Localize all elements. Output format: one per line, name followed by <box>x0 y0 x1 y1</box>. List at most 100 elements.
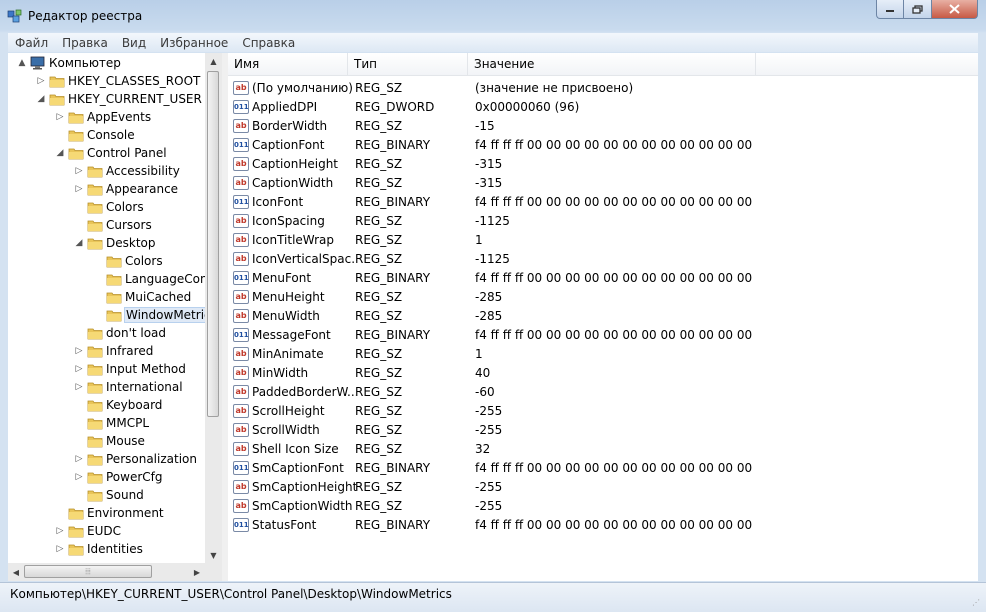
registry-value-row[interactable]: 011 CaptionFont REG_BINARY f4 ff ff ff 00 0… <box>228 135 978 154</box>
tree-item[interactable]: MuiCached <box>92 288 191 306</box>
expand-toggle-icon[interactable]: ▷ <box>73 363 85 375</box>
expand-toggle-icon[interactable]: ▷ <box>73 381 85 393</box>
expand-toggle-icon[interactable]: ▷ <box>73 183 85 195</box>
tree-item[interactable]: don't load <box>73 324 166 342</box>
tree-item[interactable]: Environment <box>54 504 164 522</box>
registry-value-row[interactable]: ab ScrollWidth REG_SZ -255 <box>228 420 978 439</box>
menu-item[interactable]: Файл <box>8 36 55 50</box>
tree-item[interactable]: ▷ Identities <box>54 540 143 558</box>
registry-value-row[interactable]: ab IconVerticalSpac... REG_SZ -1125 <box>228 249 978 268</box>
column-value[interactable]: Значение <box>468 53 756 75</box>
tree-item[interactable]: ▷ EUDC <box>54 522 121 540</box>
registry-value-row[interactable]: ab CaptionWidth REG_SZ -315 <box>228 173 978 192</box>
registry-value-row[interactable]: ab MenuWidth REG_SZ -285 <box>228 306 978 325</box>
expand-toggle-icon[interactable]: ◢ <box>54 147 66 159</box>
registry-value-row[interactable]: 011 IconFont REG_BINARY f4 ff ff ff 00 00 0… <box>228 192 978 211</box>
tree-item[interactable]: Colors <box>73 198 144 216</box>
tree-item[interactable]: ◢ HKEY_CURRENT_USER <box>35 90 202 108</box>
tree-item[interactable]: ◢ Desktop <box>73 234 156 252</box>
expand-toggle-icon[interactable]: ◢ <box>73 237 85 249</box>
scroll-down-icon[interactable]: ▼ <box>205 547 222 563</box>
tree-item[interactable]: ▷ Input Method <box>73 360 186 378</box>
tree-vertical-scrollbar[interactable]: ▲ ▼ <box>205 53 222 563</box>
resize-grip-icon[interactable]: ⋰ <box>972 598 982 608</box>
folder-icon <box>87 238 103 250</box>
title-bar: Редактор реестра <box>0 0 986 33</box>
tree-item[interactable]: ▲ Компьютер <box>16 54 121 72</box>
menu-item[interactable]: Избранное <box>153 36 235 50</box>
registry-value-row[interactable]: 011 MessageFont REG_BINARY f4 ff ff ff 00 0… <box>228 325 978 344</box>
tree-item[interactable]: ▷ Personalization <box>73 450 197 468</box>
folder-icon <box>87 364 103 376</box>
tree-item[interactable]: Sound <box>73 486 144 504</box>
maximize-button[interactable] <box>904 0 932 19</box>
registry-value-row[interactable]: ab (По умолчанию) REG_SZ (значение не присв… <box>228 78 978 97</box>
binary-value-icon: 011 <box>233 137 249 152</box>
tree-item[interactable]: Keyboard <box>73 396 162 414</box>
minimize-button[interactable] <box>876 0 904 19</box>
registry-value-row[interactable]: ab PaddedBorderW... REG_SZ -60 <box>228 382 978 401</box>
registry-value-row[interactable]: ab MenuHeight REG_SZ -285 <box>228 287 978 306</box>
value-data: 32 <box>475 441 491 456</box>
scroll-right-icon[interactable]: ▶ <box>189 563 205 581</box>
column-type[interactable]: Тип <box>348 53 468 75</box>
value-data: f4 ff ff ff 00 00 00 00 00 00 00 00 00 0… <box>475 327 755 342</box>
tree-item-label: MuiCached <box>125 290 192 304</box>
registry-value-row[interactable]: ab IconSpacing REG_SZ -1125 <box>228 211 978 230</box>
registry-value-row[interactable]: ab MinWidth REG_SZ 40 <box>228 363 978 382</box>
tree-item[interactable]: ▷ Accessibility <box>73 162 180 180</box>
expand-toggle-icon[interactable]: ▲ <box>16 57 28 69</box>
tree-item[interactable]: LanguageConf <box>92 270 212 288</box>
expand-toggle-icon[interactable]: ▷ <box>35 75 47 87</box>
tree-item[interactable]: ▷ International <box>73 378 183 396</box>
expand-toggle-icon[interactable]: ▷ <box>73 345 85 357</box>
registry-value-row[interactable]: 011 SmCaptionFont REG_BINARY f4 ff ff ff 00… <box>228 458 978 477</box>
tree-scroll-thumb[interactable] <box>207 71 219 417</box>
tree-item[interactable]: ▷ HKEY_CLASSES_ROOT <box>35 72 201 90</box>
registry-value-row[interactable]: 011 AppliedDPI REG_DWORD 0x00000060 (96) <box>228 97 978 116</box>
registry-value-row[interactable]: ab Shell Icon Size REG_SZ 32 <box>228 439 978 458</box>
registry-value-row[interactable]: 011 StatusFont REG_BINARY f4 ff ff ff 00 00… <box>228 515 978 534</box>
tree-item[interactable]: MMCPL <box>73 414 149 432</box>
registry-value-row[interactable]: ab MinAnimate REG_SZ 1 <box>228 344 978 363</box>
tree-horizontal-scrollbar[interactable]: ◀ ⦙⦙⦙ ▶ <box>8 563 222 581</box>
scroll-left-icon[interactable]: ◀ <box>8 563 24 581</box>
tree-item[interactable]: Console <box>54 126 135 144</box>
menu-item[interactable]: Справка <box>235 36 302 50</box>
tree-item[interactable]: ◢ Control Panel <box>54 144 167 162</box>
registry-value-row[interactable]: ab IconTitleWrap REG_SZ 1 <box>228 230 978 249</box>
registry-value-row[interactable]: ab ScrollHeight REG_SZ -255 <box>228 401 978 420</box>
value-name: IconTitleWrap <box>252 232 335 247</box>
tree-item[interactable]: ▷ Infrared <box>73 342 154 360</box>
column-name[interactable]: Имя <box>228 53 348 75</box>
tree-item[interactable]: ▷ Appearance <box>73 180 179 198</box>
registry-value-row[interactable]: 011 MenuFont REG_BINARY f4 ff ff ff 00 00 0… <box>228 268 978 287</box>
close-button[interactable] <box>932 0 978 19</box>
registry-value-row[interactable]: ab SmCaptionHeight REG_SZ -255 <box>228 477 978 496</box>
registry-value-row[interactable]: ab BorderWidth REG_SZ -15 <box>228 116 978 135</box>
tree-item[interactable]: Cursors <box>73 216 152 234</box>
expand-toggle-icon[interactable]: ▷ <box>54 111 66 123</box>
expand-toggle-icon[interactable]: ▷ <box>73 453 85 465</box>
tree-item[interactable]: Colors <box>92 252 163 270</box>
tree-item[interactable]: ▷ PowerCfg <box>73 468 163 486</box>
expand-toggle-icon[interactable]: ◢ <box>35 93 47 105</box>
scroll-up-icon[interactable]: ▲ <box>205 53 222 69</box>
tree-item[interactable]: Mouse <box>73 432 145 450</box>
menu-item[interactable]: Вид <box>115 36 153 50</box>
tree-hscroll-thumb[interactable]: ⦙⦙⦙ <box>24 565 152 578</box>
expand-toggle-icon[interactable]: ▷ <box>54 543 66 555</box>
expand-toggle-icon[interactable]: ▷ <box>54 525 66 537</box>
folder-icon <box>87 220 103 232</box>
value-data: f4 ff ff ff 00 00 00 00 00 00 00 00 00 0… <box>475 194 755 209</box>
expand-toggle-icon[interactable]: ▷ <box>73 471 85 483</box>
expand-toggle-icon[interactable]: ▷ <box>73 165 85 177</box>
menu-item[interactable]: Правка <box>55 36 115 50</box>
tree-item[interactable]: ▷ AppEvents <box>54 108 152 126</box>
registry-value-row[interactable]: ab SmCaptionWidth REG_SZ -255 <box>228 496 978 515</box>
folder-icon <box>49 94 65 106</box>
folder-icon <box>87 400 103 412</box>
tree-item[interactable]: WindowMetrics <box>92 306 219 324</box>
registry-value-row[interactable]: ab CaptionHeight REG_SZ -315 <box>228 154 978 173</box>
